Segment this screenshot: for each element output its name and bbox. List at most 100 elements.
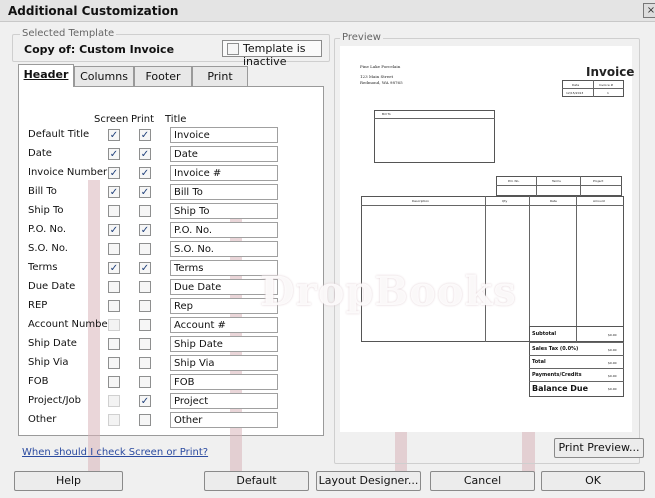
screen-checkbox[interactable]: ✓ bbox=[108, 129, 120, 141]
field-title-input[interactable]: FOB bbox=[170, 374, 278, 390]
template-inactive-check[interactable] bbox=[227, 43, 239, 55]
cancel-button-label: Cancel bbox=[463, 474, 502, 487]
screen-checkbox[interactable]: ✓ bbox=[108, 167, 120, 179]
template-name: Copy of: Custom Invoice bbox=[24, 43, 175, 56]
screen-checkbox[interactable] bbox=[108, 243, 120, 255]
print-checkbox[interactable]: ✓ bbox=[139, 395, 151, 407]
col-print-header: Print bbox=[131, 114, 155, 125]
field-label: Due Date bbox=[28, 281, 76, 292]
help-button[interactable]: Help bbox=[14, 471, 123, 491]
screen-checkbox[interactable]: ✓ bbox=[108, 148, 120, 160]
screen-checkbox[interactable] bbox=[108, 414, 120, 426]
print-checkbox[interactable] bbox=[139, 376, 151, 388]
totals-d2 bbox=[529, 355, 624, 356]
close-icon[interactable]: × bbox=[643, 3, 655, 18]
field-title-input[interactable]: P.O. No. bbox=[170, 222, 278, 238]
payments-label: Payments/Credits bbox=[532, 372, 582, 378]
field-label: Project/Job bbox=[28, 395, 81, 406]
screen-checkbox[interactable] bbox=[108, 395, 120, 407]
print-checkbox[interactable]: ✓ bbox=[139, 224, 151, 236]
total-value: $0.00 bbox=[608, 361, 617, 365]
line-items-header-divider bbox=[361, 205, 624, 206]
invoice-doc-title: Invoice bbox=[586, 65, 635, 79]
default-button-label: Default bbox=[236, 474, 277, 487]
invoice-number-value: 1 bbox=[607, 91, 609, 95]
screen-print-help-link[interactable]: When should I check Screen or Print? bbox=[22, 447, 208, 458]
print-checkbox[interactable] bbox=[139, 300, 151, 312]
bill-to-divider bbox=[374, 118, 495, 119]
field-title-input[interactable]: Ship Date bbox=[170, 336, 278, 352]
screen-checkbox[interactable]: ✓ bbox=[108, 262, 120, 274]
print-checkbox[interactable]: ✓ bbox=[139, 167, 151, 179]
field-title-input[interactable]: S.O. No. bbox=[170, 241, 278, 257]
title-bar: Additional Customization × bbox=[0, 0, 655, 22]
cancel-button[interactable]: Cancel bbox=[430, 471, 535, 491]
template-inactive-checkbox[interactable]: Template is inactive bbox=[222, 40, 322, 68]
print-checkbox[interactable]: ✓ bbox=[139, 186, 151, 198]
tab-columns[interactable]: Columns bbox=[74, 66, 134, 87]
date-box-vdivider bbox=[593, 80, 594, 97]
print-checkbox[interactable] bbox=[139, 357, 151, 369]
tab-print[interactable]: Print bbox=[192, 66, 248, 87]
tab-header[interactable]: Header bbox=[18, 64, 74, 87]
screen-checkbox[interactable] bbox=[108, 376, 120, 388]
field-label: Bill To bbox=[28, 186, 57, 197]
field-label: Account Number bbox=[28, 319, 112, 330]
print-checkbox[interactable] bbox=[139, 319, 151, 331]
subtotal-value: $0.00 bbox=[608, 333, 617, 337]
ok-button[interactable]: OK bbox=[541, 471, 645, 491]
company-name: Pine Lake Porcelain bbox=[360, 64, 401, 69]
screen-checkbox[interactable] bbox=[108, 300, 120, 312]
help-button-label: Help bbox=[55, 474, 82, 487]
field-label: Invoice Number bbox=[28, 167, 108, 178]
print-preview-button[interactable]: Print Preview... bbox=[554, 438, 644, 458]
line-items-v3 bbox=[576, 196, 577, 342]
selected-template-legend: Selected Template bbox=[20, 28, 117, 39]
po-box-v2 bbox=[580, 176, 581, 196]
screen-checkbox[interactable] bbox=[108, 338, 120, 350]
print-checkbox[interactable]: ✓ bbox=[139, 262, 151, 274]
screen-checkbox[interactable] bbox=[108, 357, 120, 369]
field-title-input[interactable]: Ship Via bbox=[170, 355, 278, 371]
totals-d3 bbox=[529, 368, 624, 369]
terms-header: Terms bbox=[552, 179, 561, 183]
invoice-preview: Pine Lake Porcelain 123 Main Street Redm… bbox=[340, 46, 635, 432]
field-title-input[interactable]: Terms bbox=[170, 260, 278, 276]
print-checkbox[interactable] bbox=[139, 414, 151, 426]
totals-d4 bbox=[529, 381, 624, 382]
field-title-input[interactable]: Other bbox=[170, 412, 278, 428]
print-checkbox[interactable] bbox=[139, 243, 151, 255]
screen-checkbox[interactable] bbox=[108, 281, 120, 293]
po-box-v1 bbox=[536, 176, 537, 196]
print-checkbox[interactable] bbox=[139, 205, 151, 217]
description-header: Description bbox=[412, 199, 430, 203]
print-checkbox[interactable] bbox=[139, 338, 151, 350]
field-title-input[interactable]: Account # bbox=[170, 317, 278, 333]
field-title-input[interactable]: Rep bbox=[170, 298, 278, 314]
field-title-input[interactable]: Due Date bbox=[170, 279, 278, 295]
default-button[interactable]: Default bbox=[204, 471, 309, 491]
screen-checkbox[interactable]: ✓ bbox=[108, 224, 120, 236]
print-checkbox[interactable]: ✓ bbox=[139, 129, 151, 141]
screen-checkbox[interactable]: ✓ bbox=[108, 186, 120, 198]
col-title-header: Title bbox=[165, 114, 187, 125]
field-label: Default Title bbox=[28, 129, 90, 140]
print-checkbox[interactable]: ✓ bbox=[139, 148, 151, 160]
field-title-input[interactable]: Date bbox=[170, 146, 278, 162]
print-checkbox[interactable] bbox=[139, 281, 151, 293]
screen-checkbox[interactable] bbox=[108, 205, 120, 217]
field-title-input[interactable]: Ship To bbox=[170, 203, 278, 219]
balance-label: Balance Due bbox=[532, 384, 589, 393]
bill-to-label: Bill To bbox=[382, 112, 391, 116]
field-title-input[interactable]: Bill To bbox=[170, 184, 278, 200]
sales-tax-label: Sales Tax (0.0%) bbox=[532, 346, 579, 352]
field-title-input[interactable]: Invoice # bbox=[170, 165, 278, 181]
layout-designer-button[interactable]: Layout Designer... bbox=[316, 471, 421, 491]
project-header: Project bbox=[593, 179, 604, 183]
tab-footer[interactable]: Footer bbox=[134, 66, 192, 87]
field-label: Date bbox=[28, 148, 52, 159]
field-label: Other bbox=[28, 414, 57, 425]
field-title-input[interactable]: Project bbox=[170, 393, 278, 409]
field-title-input[interactable]: Invoice bbox=[170, 127, 278, 143]
screen-checkbox[interactable] bbox=[108, 319, 120, 331]
